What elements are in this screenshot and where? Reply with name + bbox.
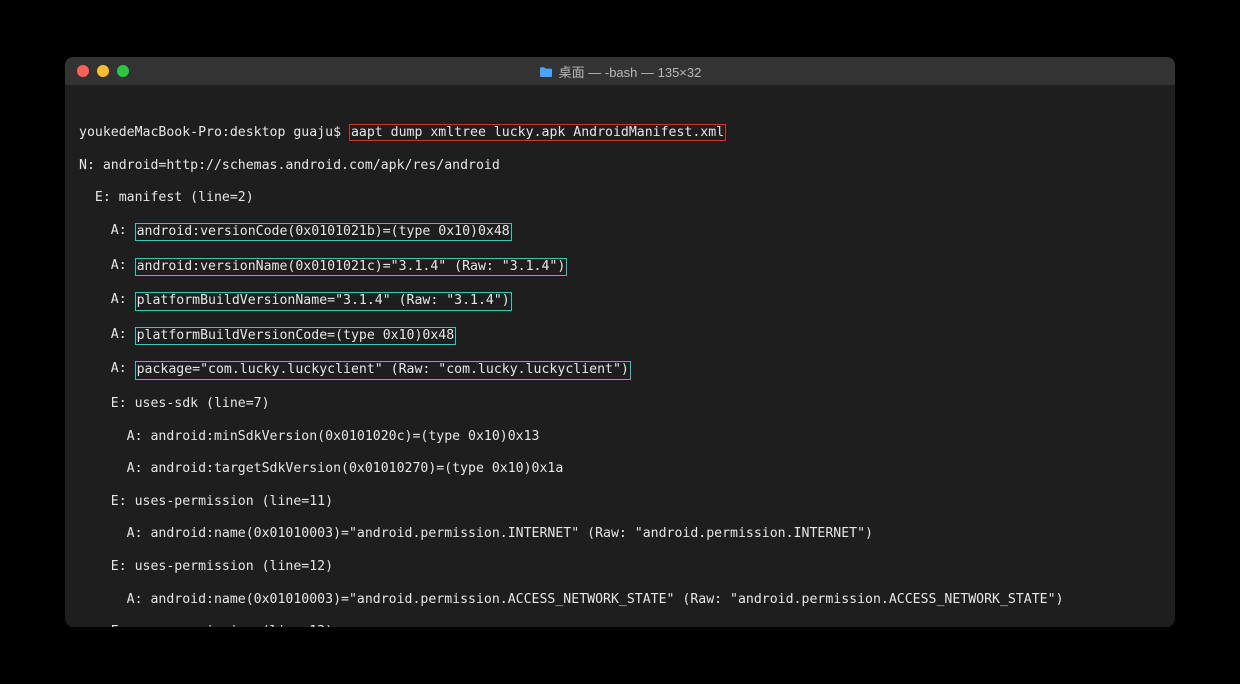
attr-prefix: A: [79, 327, 135, 345]
attr-highlight: package="com.lucky.luckyclient" (Raw: "c… [135, 361, 631, 379]
terminal-window: 桌面 — -bash — 135×32 youkedeMacBook-Pro:d… [65, 57, 1175, 627]
output-line: A: android:name(0x01010003)="android.per… [79, 592, 1161, 608]
attr-highlight: android:versionName(0x0101021c)="3.1.4" … [135, 258, 568, 276]
title-wrap: 桌面 — -bash — 135×32 [65, 62, 1175, 81]
close-button[interactable] [77, 65, 89, 77]
output-line: A: android:targetSdkVersion(0x01010270)=… [79, 461, 1161, 477]
attr-prefix: A: [79, 223, 135, 241]
attr-prefix: A: [79, 361, 135, 379]
minimize-button[interactable] [97, 65, 109, 77]
output-line: E: uses-sdk (line=7) [79, 396, 1161, 412]
terminal-body[interactable]: youkedeMacBook-Pro:desktop guaju$ aapt d… [65, 85, 1175, 627]
attr-highlight: platformBuildVersionCode=(type 0x10)0x48 [135, 327, 457, 345]
command-highlight: aapt dump xmltree lucky.apk AndroidManif… [349, 124, 726, 141]
prompt: youkedeMacBook-Pro:desktop guaju$ [79, 125, 349, 140]
output-line: E: manifest (line=2) [79, 190, 1161, 206]
attr-prefix: A: [79, 258, 135, 276]
output-line: E: uses-permission (line=12) [79, 559, 1161, 575]
attr-highlight: android:versionCode(0x0101021b)=(type 0x… [135, 223, 512, 241]
output-line: N: android=http://schemas.android.com/ap… [79, 158, 1161, 174]
zoom-button[interactable] [117, 65, 129, 77]
attr-highlight: platformBuildVersionName="3.1.4" (Raw: "… [135, 292, 512, 310]
attr-prefix: A: [79, 292, 135, 310]
output-line: E: uses-permission (line=11) [79, 494, 1161, 510]
output-line: E: uses-permission (line=13) [79, 624, 1161, 627]
output-line: A: android:minSdkVersion(0x0101020c)=(ty… [79, 429, 1161, 445]
titlebar[interactable]: 桌面 — -bash — 135×32 [65, 57, 1175, 85]
window-title: 桌面 — -bash — 135×32 [559, 62, 702, 81]
folder-icon [539, 66, 553, 77]
traffic-lights [77, 65, 129, 77]
output-line: A: android:name(0x01010003)="android.per… [79, 526, 1161, 542]
